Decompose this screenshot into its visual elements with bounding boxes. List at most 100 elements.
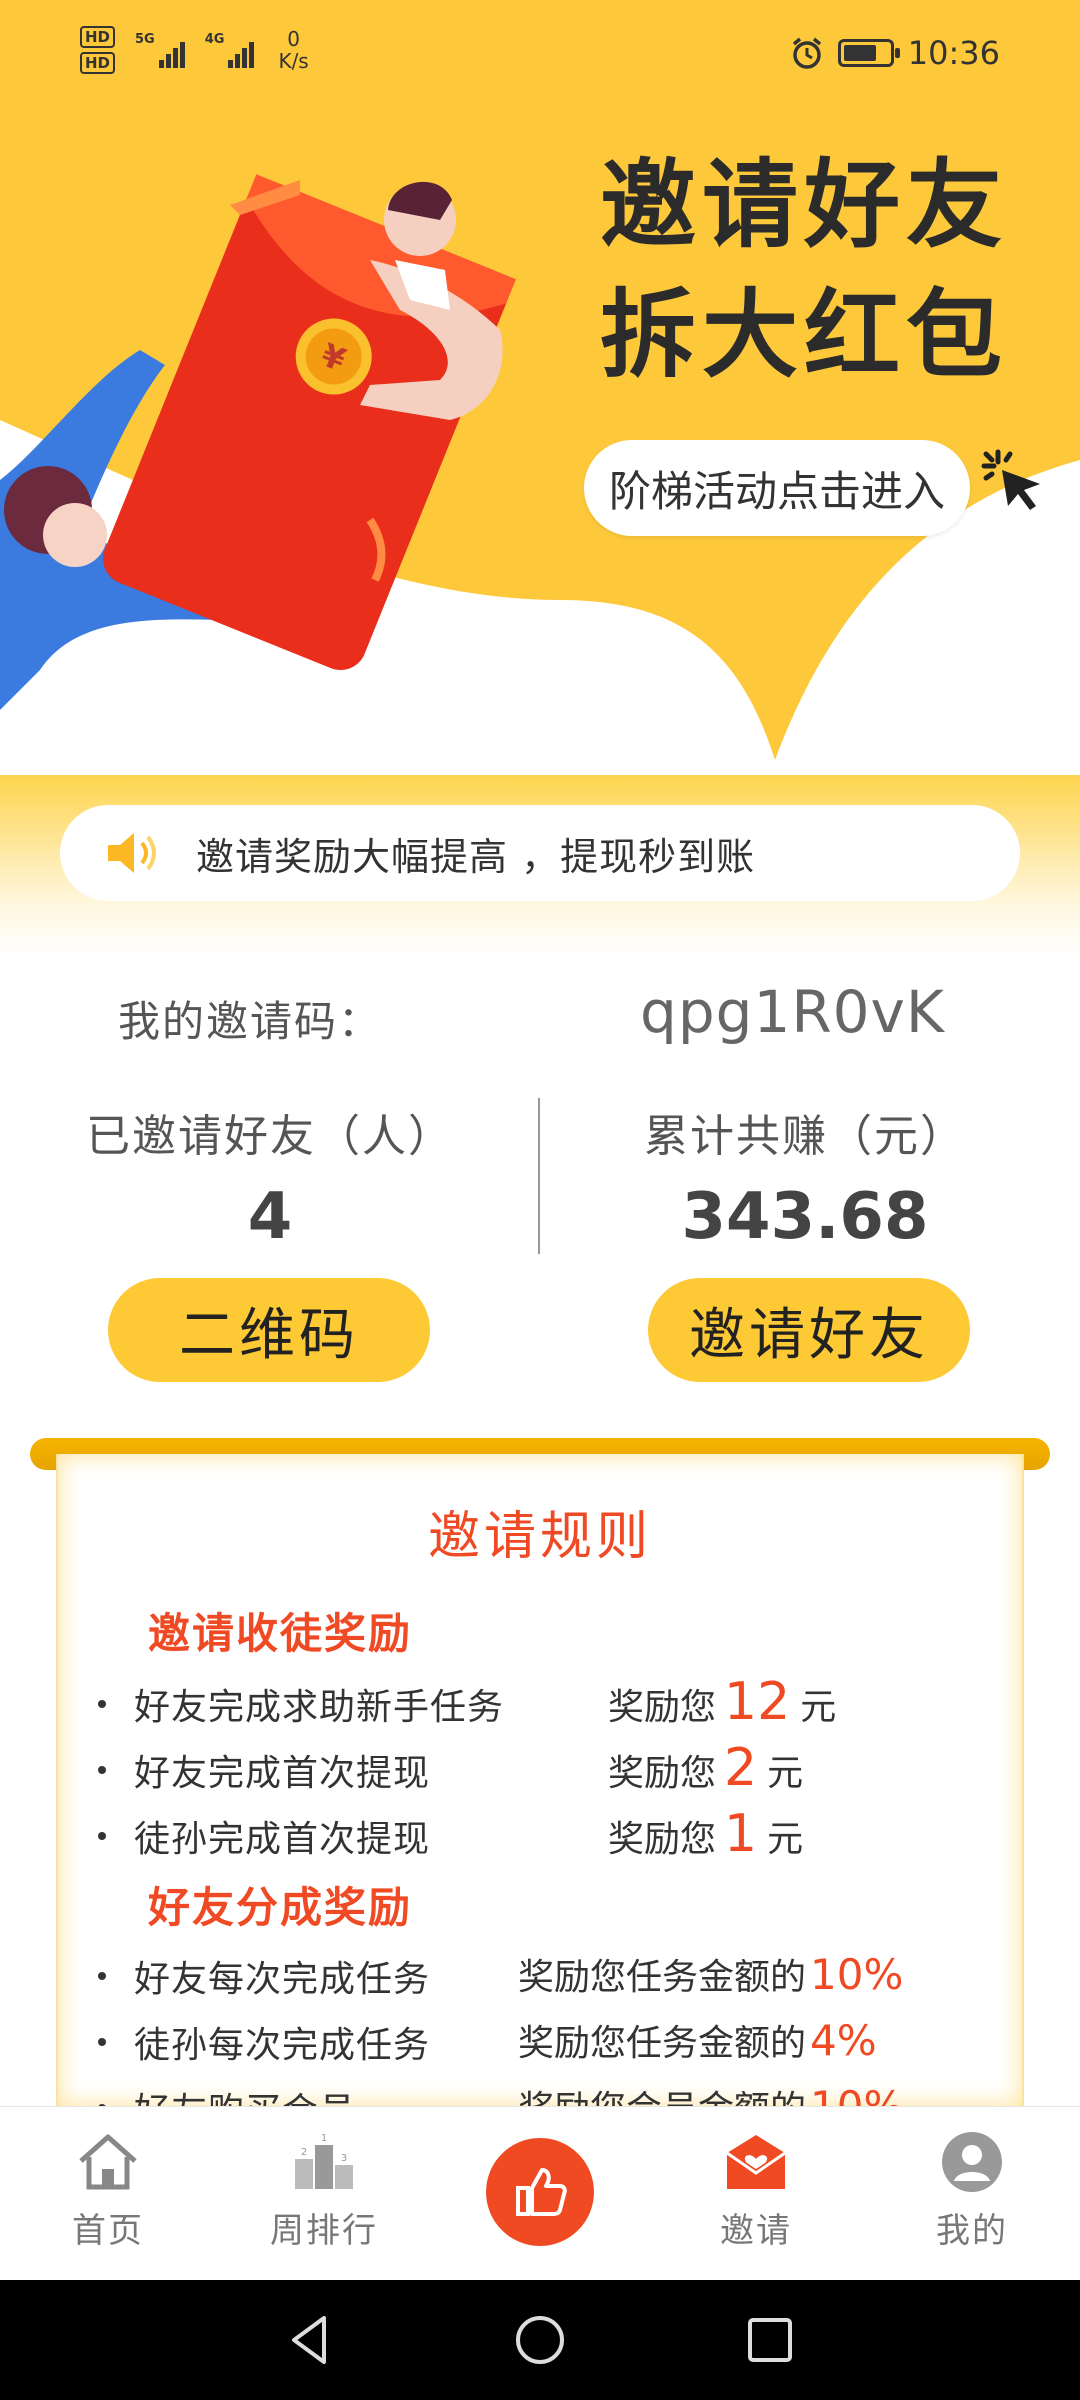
status-left: HD HD 5G 4G 0 K/s <box>80 26 309 74</box>
rule-reward: 奖励您 12 元 <box>608 1672 836 1732</box>
status-bar: HD HD 5G 4G 0 K/s 10:36 <box>0 0 1080 110</box>
tab-invite[interactable]: 邀请 <box>648 2107 864 2281</box>
bullet-icon <box>98 1972 106 1980</box>
tab-home[interactable]: 首页 <box>0 2107 216 2281</box>
rule-text: 好友完成求助新手任务 <box>134 1687 505 1728</box>
ladder-activity-button[interactable]: 阶梯活动点击进入 <box>584 440 970 536</box>
total-earned-value: 343.68 <box>681 1180 929 1254</box>
rule-reward: 奖励您会员金额的 10% <box>518 2080 903 2106</box>
tab-mine-label: 我的 <box>936 2211 1008 2251</box>
rule-reward-percent: 10% <box>810 1950 904 1999</box>
qr-code-button[interactable]: 二维码 <box>108 1278 430 1382</box>
home-icon <box>79 2134 137 2190</box>
recents-icon[interactable] <box>740 2310 800 2370</box>
invited-friends-label: 已邀请好友（人） <box>86 1111 454 1162</box>
rule-text: 好友每次完成任务 <box>134 1959 431 2000</box>
rules-title: 邀请规则 <box>427 1507 652 1567</box>
alarm-icon <box>792 37 821 69</box>
invited-friends-stat: 已邀请好友（人） 4 <box>10 1100 530 1254</box>
center-action-button[interactable] <box>486 2138 594 2246</box>
list-item: 好友每次完成任务 <box>98 1946 430 2006</box>
tab-invite-label: 邀请 <box>720 2211 792 2251</box>
total-earned-stat: 累计共赚（元） 343.68 <box>545 1100 1065 1254</box>
svg-text:3: 3 <box>341 2153 347 2164</box>
rule-reward-percent: 10% <box>810 2082 903 2106</box>
bullet-icon <box>98 1700 106 1708</box>
rule-text: 好友购买会员 <box>134 2082 356 2106</box>
tab-weekly-rank-label: 周排行 <box>270 2211 378 2251</box>
invite-rules-card: 邀请规则 邀请收徒奖励 好友完成求助新手任务 奖励您 12 元 好友完成首次提现… <box>56 1454 1024 2106</box>
notice-text: 邀请奖励大幅提高 ，提现秒到账 <box>196 834 756 879</box>
section-title-invite-reward: 邀请收徒奖励 <box>148 1600 429 1661</box>
section-title-share-reward: 好友分成奖励 <box>148 1874 429 1935</box>
rule-reward-amount: 2 <box>724 1738 758 1798</box>
invited-friends-value: 4 <box>247 1180 293 1254</box>
tab-mine[interactable]: 我的 <box>864 2107 1080 2281</box>
bullet-icon <box>98 1832 106 1840</box>
user-icon <box>942 2132 1002 2192</box>
rule-reward: 奖励您任务金额的 10% <box>518 1948 903 2000</box>
stats-divider <box>538 1098 540 1254</box>
rule-reward-prefix: 奖励您任务金额的 <box>518 2023 807 2064</box>
rule-text: 徒孙每次完成任务 <box>134 2025 431 2066</box>
battery-icon <box>837 39 900 67</box>
clock: 10:36 <box>907 34 1000 72</box>
rule-reward-prefix: 奖励您 <box>608 1687 717 1728</box>
hd-badge-1: HD <box>80 26 116 48</box>
hero-banner: ¥ 邀请好友 拆大红包 阶梯活动点击进入 <box>0 0 1080 780</box>
speaker-icon <box>108 833 156 873</box>
net-label-5g: 5G <box>135 32 155 47</box>
rule-reward-unit: 元 <box>767 1819 804 1860</box>
rule-reward-prefix: 奖励您 <box>608 1753 717 1794</box>
total-earned-label: 累计共赚（元） <box>644 1111 966 1162</box>
home-nav-icon[interactable] <box>510 2310 570 2370</box>
hero-title-line1: 邀请好友 <box>600 149 1008 261</box>
tab-weekly-rank[interactable]: 1 2 3 周排行 <box>216 2107 432 2281</box>
bullet-icon <box>98 2038 106 2046</box>
svg-text:1: 1 <box>321 2133 327 2144</box>
rule-text: 好友完成首次提现 <box>134 1753 431 1794</box>
rule-reward-amount: 12 <box>724 1672 791 1732</box>
net-label-4g: 4G <box>204 32 225 47</box>
rule-reward-unit: 元 <box>800 1687 837 1728</box>
list-item: 徒孙完成首次提现 <box>98 1806 430 1866</box>
thumbs-up-icon <box>516 2168 567 2216</box>
rule-reward-prefix: 奖励您 <box>608 1819 717 1860</box>
invite-code-label: 我的邀请码： <box>118 997 383 1046</box>
section2-title-text: 好友分成奖励 <box>148 1883 413 1932</box>
back-icon[interactable] <box>280 2310 340 2370</box>
list-item: 好友完成求助新手任务 <box>98 1674 504 1734</box>
speed-unit: K/s <box>278 49 309 73</box>
notice-bar: 邀请奖励大幅提高 ，提现秒到账 <box>60 805 1020 901</box>
rule-reward-prefix: 奖励您会员金额的 <box>518 2080 806 2106</box>
rule-reward-unit: 元 <box>767 1753 804 1794</box>
rule-reward-percent: 4% <box>810 2016 877 2065</box>
hero-title-line2: 拆大红包 <box>600 279 1008 391</box>
hd-indicators: HD HD <box>80 26 116 74</box>
rule-reward-amount: 1 <box>724 1804 758 1864</box>
signal-5g-icon: 5G <box>135 32 185 68</box>
list-item: 徒孙每次完成任务 <box>98 2012 430 2072</box>
svg-text:2: 2 <box>301 2147 307 2158</box>
bullet-icon <box>98 1766 106 1774</box>
hero-title: 邀请好友 拆大红包 <box>600 140 1008 400</box>
list-item: 好友购买会员 <box>98 2078 356 2106</box>
rule-reward: 奖励您任务金额的 4% <box>518 2014 877 2066</box>
rule-text: 徒孙完成首次提现 <box>134 1819 431 1860</box>
system-nav-bar <box>0 2280 1080 2400</box>
click-pointer-icon <box>981 449 1040 510</box>
rule-reward: 奖励您 2 元 <box>608 1738 803 1798</box>
rule-reward: 奖励您 1 元 <box>608 1804 803 1864</box>
section1-title-text: 邀请收徒奖励 <box>148 1609 413 1658</box>
hd-badge-2: HD <box>80 52 116 74</box>
red-envelope-illustration: ¥ <box>0 174 516 710</box>
signal-4g-icon: 4G <box>205 32 255 68</box>
tab-home-label: 首页 <box>72 2211 144 2251</box>
speed-value: 0 <box>287 27 300 51</box>
list-item: 好友完成首次提现 <box>98 1740 430 1800</box>
status-right: 10:36 <box>790 34 1000 72</box>
podium-icon: 1 2 3 <box>295 2133 353 2189</box>
invite-code-value[interactable]: qpg1R0vK <box>640 978 945 1046</box>
rule-reward-prefix: 奖励您任务金额的 <box>518 1957 807 1998</box>
invite-friends-button[interactable]: 邀请好友 <box>648 1278 970 1382</box>
